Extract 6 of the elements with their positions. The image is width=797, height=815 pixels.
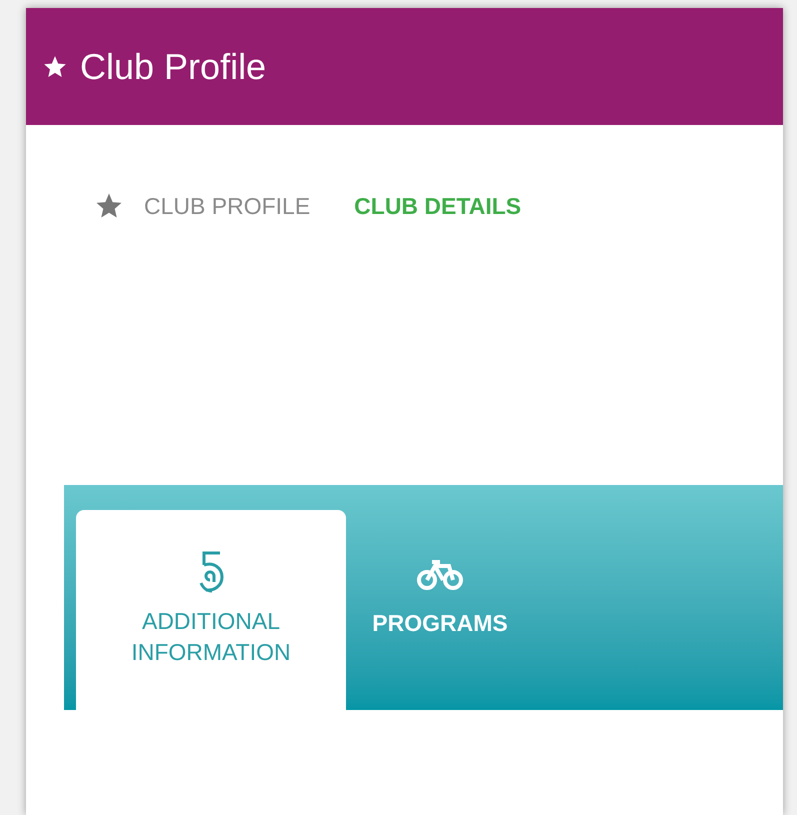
nav-link[interactable]: CLUB DETAILS xyxy=(354,188,522,224)
tab[interactable]: PROGRAMS xyxy=(360,510,520,710)
tab[interactable]: ADDITIONAL INFORMATION xyxy=(76,510,346,710)
nav-link[interactable]: CLUB PROFILE xyxy=(94,188,310,224)
page-title: Club Profile xyxy=(80,48,266,84)
bicycle-icon xyxy=(416,558,464,592)
